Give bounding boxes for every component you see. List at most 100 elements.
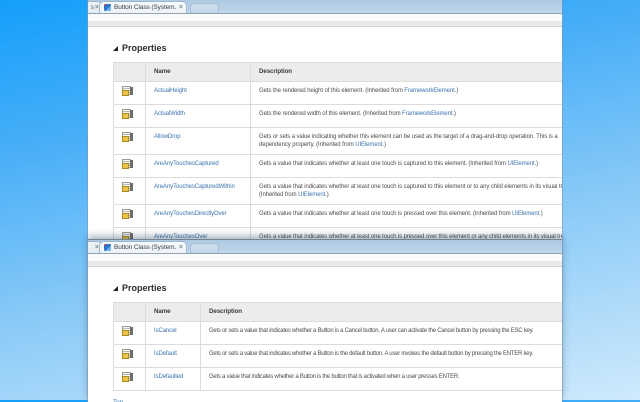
table-row: ActualHeight Gets the rendered height of …	[113, 81, 562, 105]
property-name-cell: IsDefault	[145, 344, 201, 368]
property-icon-cell	[113, 321, 146, 345]
close-tab-icon[interactable]: ×	[179, 4, 183, 11]
property-icon	[122, 326, 133, 336]
property-description-text: Gets the rendered width of this element.…	[259, 111, 403, 117]
properties-table-body: ActualHeight Gets the rendered height of …	[113, 81, 562, 240]
section-heading-label: Properties	[122, 283, 167, 293]
section-heading-label: Properties	[122, 43, 167, 53]
property-icon-cell	[113, 154, 146, 178]
property-name-cell: AllowDrop	[145, 127, 251, 155]
property-name-cell: AreAnyTouchesCapturedWithin	[145, 177, 251, 205]
property-icon-cell	[113, 204, 146, 228]
inherited-from-link[interactable]: UIElement	[355, 142, 382, 148]
property-description-text: Gets the rendered height of this element…	[259, 88, 405, 94]
table-row: ActualWidth Gets the rendered width of th…	[113, 104, 562, 128]
icon-column-header	[113, 302, 146, 322]
section-expanded-triangle-icon	[113, 45, 118, 51]
property-icon-cell	[113, 177, 146, 205]
property-description-text: Gets a value that indicates whether at l…	[259, 161, 508, 167]
property-description-cell: Gets the rendered width of this element.…	[250, 104, 562, 128]
property-description-text: Gets a value that indicates whether at l…	[259, 211, 513, 217]
property-name-cell: IsCancel	[145, 321, 201, 345]
property-icon-cell	[113, 227, 146, 240]
table-row: IsDefaulted Gets a value that indicates w…	[113, 367, 562, 391]
tab-title: Button Class (System.Win	[114, 4, 176, 11]
property-description-cell: Gets a value that indicates whether at l…	[250, 154, 562, 178]
property-icon	[122, 182, 133, 192]
background-tab-stub[interactable]	[190, 3, 219, 13]
partial-tab-label: s	[90, 4, 94, 11]
msdn-favicon-icon	[104, 244, 111, 251]
inherited-from-link[interactable]: FrameworkElement	[402, 111, 453, 117]
property-icon	[122, 159, 133, 169]
property-description-text: Gets or sets a value indicating whether …	[259, 134, 558, 148]
inherited-from-link[interactable]: UIElement	[298, 192, 325, 198]
property-name-link[interactable]: IsDefault	[154, 351, 177, 357]
properties-section-header[interactable]: Properties	[113, 43, 562, 53]
property-icon-cell	[113, 367, 146, 391]
property-name-cell: IsDefaulted	[145, 367, 201, 391]
property-description-suffix: .)	[534, 161, 539, 167]
property-description-suffix: .)	[454, 88, 459, 94]
property-description-suffix: .)	[325, 192, 329, 198]
table-row: AreAnyTouchesCaptured Gets a value that i…	[113, 154, 562, 178]
property-name-link[interactable]: AreAnyTouchesCapturedWithin	[154, 184, 235, 190]
properties-table: Name Description ActualHeight Gets the re…	[113, 62, 562, 240]
browser-window-bottom: × Button Class (System.Win × Properties …	[88, 240, 562, 402]
property-description-suffix: .)	[382, 142, 386, 148]
property-icon-cell	[113, 81, 146, 105]
property-icon	[122, 86, 133, 96]
property-description-cell: Gets a value that indicates whether a Bu…	[200, 367, 562, 391]
property-name-link[interactable]: IsCancel	[154, 328, 177, 334]
table-header-row: Name Description	[113, 62, 562, 82]
toolbar	[88, 253, 562, 261]
background-tab-stub[interactable]	[190, 243, 219, 253]
property-icon	[122, 232, 133, 240]
property-name-link[interactable]: ActualWidth	[154, 111, 185, 117]
property-description-cell: Gets a value that indicates whether at l…	[250, 204, 562, 228]
property-name-link[interactable]: AllowDrop	[154, 134, 181, 140]
table-row: IsCancel Gets or sets a value that indica…	[113, 321, 562, 345]
property-name-cell: ActualWidth	[145, 104, 251, 128]
property-description-cell: Gets a value that indicates whether at l…	[250, 227, 562, 240]
property-description-text: Gets or sets a value that indicates whet…	[209, 351, 534, 357]
property-icon-cell	[113, 344, 146, 368]
section-expanded-triangle-icon	[113, 285, 118, 291]
table-row: AllowDrop Gets or sets a value indicating…	[113, 127, 562, 155]
property-icon	[122, 209, 133, 219]
browser-window-top: s × Button Class (System.Win × Propertie…	[88, 0, 562, 240]
property-name-link[interactable]: AreAnyTouchesCaptured	[154, 161, 219, 167]
property-icon-cell	[113, 127, 146, 155]
property-description-text: Gets or sets a value that indicates whet…	[209, 328, 534, 334]
properties-section-header[interactable]: Properties	[113, 283, 562, 293]
property-description-cell: Gets the rendered height of this element…	[250, 81, 562, 105]
property-icon	[122, 132, 133, 142]
property-name-cell: AreAnyTouchesDirectlyOver	[145, 204, 251, 228]
property-description-cell: Gets or sets a value that indicates whet…	[200, 344, 562, 368]
msdn-favicon-icon	[104, 4, 111, 11]
tab-bar: s × Button Class (System.Win ×	[88, 0, 562, 13]
property-icon-cell	[113, 104, 146, 128]
property-icon	[122, 372, 133, 382]
property-name-link[interactable]: AreAnyTouchesDirectlyOver	[154, 211, 227, 217]
active-tab[interactable]: Button Class (System.Win ×	[99, 1, 187, 13]
property-name-link[interactable]: IsDefaulted	[154, 374, 183, 380]
tab-bar: × Button Class (System.Win ×	[88, 240, 562, 253]
property-description-cell: Gets a value that indicates whether at l…	[250, 177, 562, 205]
properties-table-body: IsCancel Gets or sets a value that indica…	[113, 321, 562, 391]
property-icon	[122, 349, 133, 359]
inherited-from-link[interactable]: UIElement	[507, 161, 534, 167]
inherited-from-link[interactable]: UIElement	[512, 211, 539, 217]
property-description-suffix: .)	[452, 111, 456, 117]
property-name-link[interactable]: ActualHeight	[154, 88, 187, 94]
page-content: Properties Name Description IsCancel Gets…	[88, 267, 562, 402]
property-description-cell: Gets or sets a value that indicates whet…	[200, 321, 562, 345]
table-row: AreAnyTouchesCapturedWithin Gets a value …	[113, 177, 562, 205]
inherited-from-link[interactable]: FrameworkElement	[404, 88, 455, 94]
active-tab[interactable]: Button Class (System.Win ×	[99, 241, 187, 253]
tab-title: Button Class (System.Win	[114, 244, 176, 251]
table-row: AreAnyTouchesOver Gets a value that indic…	[113, 227, 562, 240]
property-name-cell: ActualHeight	[145, 81, 251, 105]
toolbar	[88, 13, 562, 21]
close-tab-icon[interactable]: ×	[179, 244, 183, 251]
